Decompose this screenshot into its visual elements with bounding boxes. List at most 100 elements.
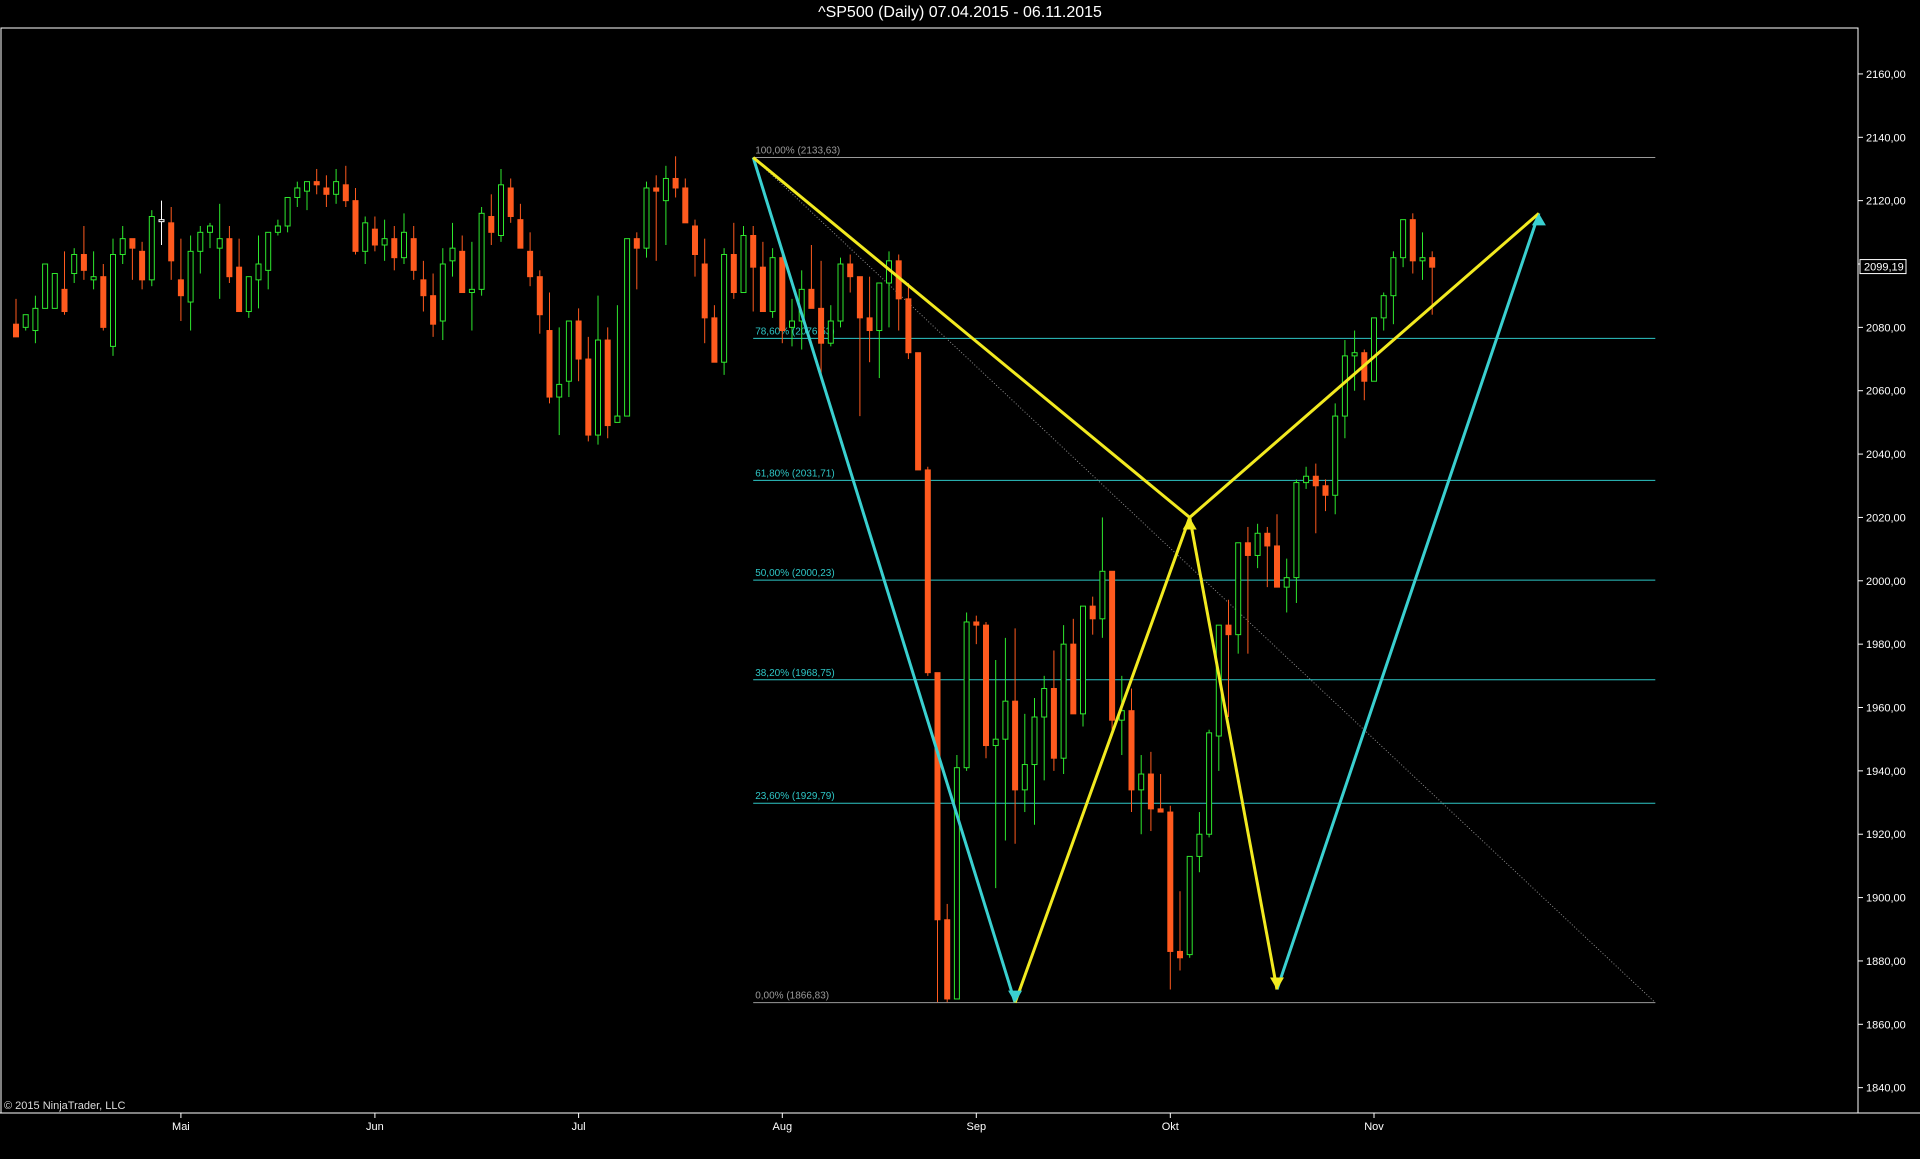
candle xyxy=(430,273,437,337)
candle xyxy=(71,248,78,284)
candle xyxy=(420,260,427,312)
candle xyxy=(32,295,39,344)
pattern-arrowhead xyxy=(1008,990,1023,1003)
candle xyxy=(236,238,243,313)
candle xyxy=(1070,618,1077,715)
candle xyxy=(294,181,301,207)
candle xyxy=(682,178,689,224)
candle-body xyxy=(274,225,281,233)
candle-body xyxy=(866,317,873,332)
candle xyxy=(498,168,504,242)
candle xyxy=(750,225,757,312)
candle xyxy=(42,263,49,309)
x-tick-label: Mai xyxy=(172,1121,190,1133)
fib-level-label: 38,20% (1968,75) xyxy=(755,668,835,679)
candle xyxy=(110,238,116,356)
candle-body xyxy=(507,187,514,217)
candle xyxy=(1264,526,1271,588)
candle xyxy=(759,241,766,313)
y-tick-label: 2080,00 xyxy=(1866,322,1906,334)
candle xyxy=(1312,463,1319,534)
candle-body xyxy=(527,250,534,278)
candle xyxy=(51,273,58,309)
candle-body xyxy=(1031,716,1038,766)
candle-body xyxy=(614,415,621,423)
candle-body xyxy=(1109,570,1116,721)
candle-body xyxy=(265,231,272,271)
candle-body xyxy=(1147,773,1154,810)
candle xyxy=(478,206,485,296)
candle-body xyxy=(323,187,330,195)
candle xyxy=(313,168,320,195)
candle xyxy=(1274,514,1280,588)
candle xyxy=(789,298,795,347)
fib-level-label: 50,00% (2000,23) xyxy=(755,568,835,579)
candle-body xyxy=(1070,643,1077,715)
candle-body xyxy=(837,263,844,322)
candle xyxy=(886,251,892,328)
candle-body xyxy=(779,257,786,332)
candle xyxy=(1021,713,1028,813)
candle-body xyxy=(90,276,97,281)
candle-body xyxy=(304,181,310,192)
candle-body xyxy=(624,238,631,417)
candle xyxy=(837,257,844,328)
axes xyxy=(0,27,1920,1114)
candle xyxy=(1371,317,1377,382)
candle-body xyxy=(1264,532,1271,547)
candle-body xyxy=(1254,532,1261,556)
candle xyxy=(1390,251,1397,325)
candle-body xyxy=(1138,773,1145,791)
candle-body xyxy=(1341,355,1348,417)
candle-body xyxy=(992,738,999,747)
y-tick-label: 1940,00 xyxy=(1866,766,1906,778)
candle xyxy=(1303,466,1310,489)
candle xyxy=(61,251,68,315)
candle xyxy=(953,755,960,1000)
candle xyxy=(100,264,107,331)
candle-body xyxy=(22,314,29,328)
candle-body xyxy=(1225,624,1232,636)
candle-body xyxy=(158,219,165,223)
last-price-label: 2099,19 xyxy=(1864,262,1904,274)
candle-body xyxy=(61,288,68,313)
candle-body xyxy=(148,215,155,281)
candle-body xyxy=(556,383,563,398)
candle xyxy=(915,352,922,471)
candle-body xyxy=(692,225,698,256)
x-tick-label: Nov xyxy=(1364,1121,1384,1133)
price-chart[interactable]: 100,00% (2133,63)78,60% (2076,53)61,80% … xyxy=(0,0,1920,1159)
candle-body xyxy=(468,288,475,294)
candle xyxy=(556,327,563,436)
candle-body xyxy=(847,263,854,278)
candle-body xyxy=(110,254,116,347)
candle xyxy=(866,276,873,363)
candle xyxy=(1196,812,1203,873)
candle-body xyxy=(333,181,340,195)
x-tick-label: Okt xyxy=(1162,1121,1179,1133)
candle-body xyxy=(1390,257,1397,297)
price-axis[interactable]: 1840,00 1860,00 1880,00 1900,00 1920,00 1940,… xyxy=(1858,69,1907,1095)
y-tick-label: 1840,00 xyxy=(1866,1083,1906,1095)
candle xyxy=(139,241,146,290)
candle xyxy=(1128,688,1135,813)
candle xyxy=(1254,523,1261,569)
candle xyxy=(963,612,970,771)
candle-body xyxy=(488,215,495,233)
candle-body xyxy=(391,238,398,259)
candle-body xyxy=(236,266,243,313)
candle xyxy=(517,203,524,249)
candle xyxy=(1080,605,1086,727)
candle xyxy=(13,298,19,338)
candle xyxy=(653,175,660,261)
candle-body xyxy=(876,282,883,332)
candle xyxy=(585,336,592,442)
candle xyxy=(1400,219,1407,268)
candle-body xyxy=(80,254,87,271)
candle xyxy=(1351,330,1358,391)
candle xyxy=(265,231,272,290)
time-axis[interactable]: Mai Jun Jul Aug Sep Okt Nov xyxy=(172,1113,1384,1133)
candle xyxy=(468,241,475,331)
y-tick-label: 2120,00 xyxy=(1866,196,1906,208)
candle xyxy=(148,210,155,287)
